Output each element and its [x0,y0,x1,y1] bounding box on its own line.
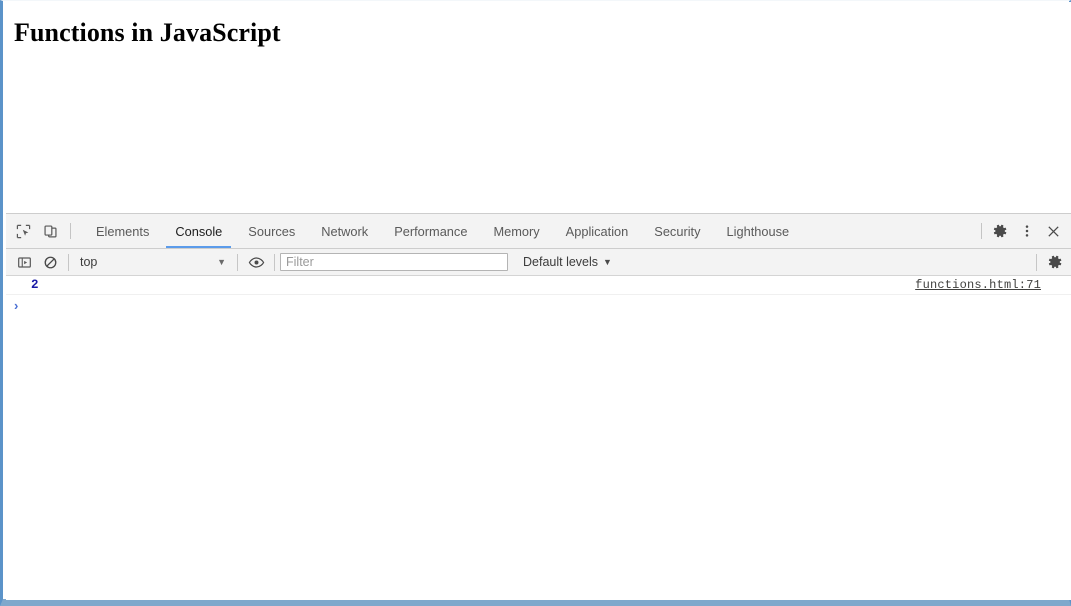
console-sidebar-toggle-icon[interactable] [11,249,37,275]
log-levels-value: Default levels [523,255,599,269]
tab-label: Performance [394,223,468,239]
toolbar-divider [237,253,238,271]
console-prompt[interactable]: › [6,295,1071,316]
tab-label: Security [654,223,701,239]
tab-label: Lighthouse [726,223,790,239]
console-toolbar: top ▼ Default levels ▼ [6,249,1071,276]
console-settings-gear-icon[interactable] [1042,249,1068,275]
log-levels-select[interactable]: Default levels ▼ [517,252,618,273]
tab-console[interactable]: Console [162,214,235,248]
execution-context-select[interactable]: top ▼ [74,252,232,273]
tab-memory[interactable]: Memory [480,214,552,248]
tab-label: Application [565,223,629,239]
tab-sources[interactable]: Sources [235,214,308,248]
execution-context-value: top [80,255,98,269]
device-toolbar-icon[interactable] [37,214,64,248]
tab-label: Network [321,223,369,239]
prompt-chevron-icon: › [14,298,19,313]
console-message-list[interactable]: 2 functions.html:71 › [6,276,1071,600]
devtools-panel: Elements Console Sources Network Perform… [6,213,1071,600]
console-message-source-link[interactable]: functions.html:71 [915,278,1071,292]
clear-console-icon[interactable] [37,249,63,275]
tab-label: Memory [493,223,540,239]
more-options-icon[interactable] [1013,214,1040,248]
tab-lighthouse[interactable]: Lighthouse [714,214,803,248]
console-message-row[interactable]: 2 functions.html:71 [6,276,1071,295]
console-filter-input[interactable] [280,253,508,271]
toolbar-divider [274,253,275,271]
tab-performance[interactable]: Performance [381,214,480,248]
tab-label: Sources [248,223,296,239]
tab-label: Elements [96,223,150,239]
tab-application[interactable]: Application [553,214,642,248]
settings-gear-icon[interactable] [986,214,1013,248]
tab-security[interactable]: Security [641,214,713,248]
toolbar-divider [68,253,69,271]
devtools-tabbar-actions [977,214,1071,248]
console-prompt-input[interactable] [28,298,1071,314]
devtools-tab-list: Elements Console Sources Network Perform… [83,214,802,248]
toolbar-divider [70,223,71,239]
close-devtools-icon[interactable] [1040,214,1067,248]
chevron-down-icon: ▼ [217,257,226,267]
toolbar-divider [1036,253,1037,271]
browser-window-frame: Functions in JavaScript Elements Console… [0,0,1071,606]
tab-elements[interactable]: Elements [83,214,162,248]
console-toolbar-actions [1031,249,1071,275]
tab-label: Console [175,223,223,239]
live-expression-eye-icon[interactable] [243,249,269,275]
devtools-tabbar: Elements Console Sources Network Perform… [6,214,1071,249]
toolbar-divider [981,223,982,239]
console-message-value: 2 [31,278,39,292]
page-viewport: Functions in JavaScript [6,2,1071,213]
tab-network[interactable]: Network [308,214,381,248]
inspect-element-icon[interactable] [10,214,37,248]
chevron-down-icon: ▼ [603,257,612,267]
page-title: Functions in JavaScript [14,18,281,47]
